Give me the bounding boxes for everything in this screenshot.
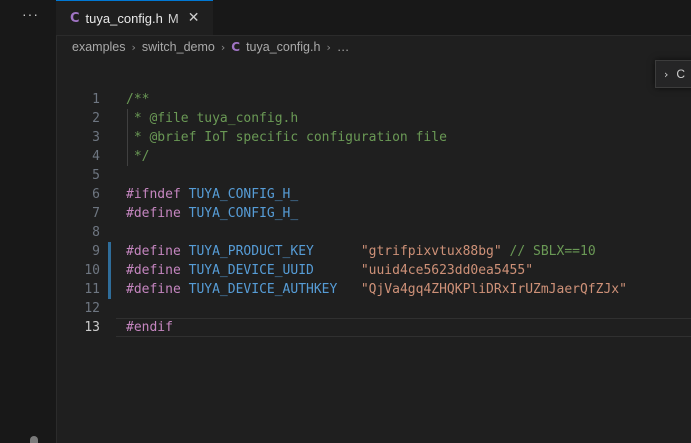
more-actions-icon[interactable]: ··· <box>22 6 39 22</box>
line-number: 12 <box>84 301 100 316</box>
widget-label: C <box>676 67 686 81</box>
chevron-right-icon: › <box>131 40 136 54</box>
modified-gutter-marker[interactable] <box>108 261 111 280</box>
breadcrumb-item-file[interactable]: tuya_config.h <box>246 40 320 54</box>
code-line[interactable]: 2 * @file tuya_config.h <box>56 109 691 128</box>
code-editor[interactable]: 1/** 2 * @file tuya_config.h 3 * @brief Io… <box>56 90 691 443</box>
c-file-icon: C <box>231 40 241 54</box>
code-token-pre: #endif <box>126 320 173 335</box>
code-text: */ <box>126 147 150 166</box>
code-token-macro: TUYA_DEVICE_AUTHKEY <box>188 282 338 297</box>
tab-bar: C tuya_config.h M ✕ <box>56 0 691 36</box>
breadcrumb: examples › switch_demo › C tuya_config.h… <box>72 38 349 56</box>
line-number: 5 <box>92 168 100 183</box>
modified-indicator: M <box>167 10 179 26</box>
sticky-scroll-widget[interactable]: › C <box>655 60 691 88</box>
line-number: 1 <box>92 92 100 107</box>
code-line[interactable]: 6 #ifndef TUYA_CONFIG_H_ <box>56 185 691 204</box>
code-line[interactable]: 5 <box>56 166 691 185</box>
line-number: 10 <box>84 263 100 278</box>
code-token-str: "uuid4ce5623dd0ea5455" <box>360 263 534 278</box>
code-token-str: "QjVa4gq4ZHQKPliDRxIrUZmJaerQfZJx" <box>360 282 627 297</box>
code-token-comment: * @brief IoT specific configuration file <box>126 130 447 145</box>
code-line[interactable]: 4 */ <box>56 147 691 166</box>
modified-gutter-marker[interactable] <box>108 242 111 261</box>
code-line[interactable]: 11 #define TUYA_DEVICE_AUTHKEY "QjVa4gq4Z… <box>56 280 691 299</box>
c-file-icon: C <box>70 10 80 26</box>
editor-window: ··· C tuya_config.h M ✕ examples › switc… <box>0 0 691 443</box>
code-token-comment: */ <box>126 149 150 164</box>
code-token-macro: TUYA_CONFIG_H_ <box>188 206 299 221</box>
line-number: 13 <box>84 320 100 335</box>
breadcrumb-item-switch-demo[interactable]: switch_demo <box>142 40 215 54</box>
code-token-macro: TUYA_CONFIG_H_ <box>188 187 299 202</box>
code-line[interactable]: 3 * @brief IoT specific configuration fi… <box>56 128 691 147</box>
close-icon[interactable]: ✕ <box>188 10 200 26</box>
code-token-macro: TUYA_DEVICE_UUID <box>188 263 314 278</box>
code-token-comment: /** <box>126 92 150 107</box>
code-token-pre: #define <box>126 263 181 278</box>
code-token-macro: TUYA_PRODUCT_KEY <box>188 244 314 259</box>
tab-label: tuya_config.h <box>85 10 163 26</box>
line-number: 2 <box>92 111 100 126</box>
code-line[interactable]: 1 /** <box>56 90 691 109</box>
modified-gutter-marker[interactable] <box>108 280 111 299</box>
line-number: 3 <box>92 130 100 145</box>
code-token-pre: #define <box>126 282 181 297</box>
account-icon[interactable] <box>30 436 38 443</box>
code-text: #define TUYA_PRODUCT_KEY "gtrifpixvtux88… <box>126 242 596 261</box>
code-text: #define TUYA_DEVICE_AUTHKEY "QjVa4gq4ZHQ… <box>126 280 627 299</box>
tab-tuya-config[interactable]: C tuya_config.h M ✕ <box>56 0 213 35</box>
code-line[interactable]: 7 #define TUYA_CONFIG_H_ <box>56 204 691 223</box>
code-token-pre: #define <box>126 206 181 221</box>
code-token-comment: * @file tuya_config.h <box>126 111 299 126</box>
code-line[interactable]: 13 #endif <box>56 318 691 337</box>
chevron-right-icon[interactable]: › <box>664 68 668 81</box>
code-text: * @brief IoT specific configuration file <box>126 128 447 147</box>
code-line[interactable]: 9 #define TUYA_PRODUCT_KEY "gtrifpixvtux8… <box>56 242 691 261</box>
code-token-str: "gtrifpixvtux88bg" <box>360 244 502 259</box>
code-line[interactable]: 10 #define TUYA_DEVICE_UUID "uuid4ce5623d… <box>56 261 691 280</box>
breadcrumb-item-symbols[interactable]: … <box>337 40 350 54</box>
code-token-pre: #ifndef <box>126 187 181 202</box>
code-text: /** <box>126 90 149 109</box>
line-number: 4 <box>92 149 100 164</box>
breadcrumb-item-examples[interactable]: examples <box>72 40 126 54</box>
code-text: #define TUYA_CONFIG_H_ <box>126 204 298 223</box>
chevron-right-icon: › <box>220 40 226 54</box>
activity-sidebar: ··· <box>0 0 57 443</box>
code-text: #define TUYA_DEVICE_UUID "uuid4ce5623dd0… <box>126 261 533 280</box>
code-line[interactable]: 12 <box>56 299 691 318</box>
line-number: 9 <box>92 244 100 259</box>
code-token-comment: // SBLX==10 <box>509 244 596 259</box>
code-text: #endif <box>126 318 173 337</box>
code-text: * @file tuya_config.h <box>126 109 298 128</box>
line-number: 8 <box>92 225 100 240</box>
line-number: 6 <box>92 187 100 202</box>
code-line[interactable]: 8 <box>56 223 691 242</box>
code-token-pre: #define <box>126 244 181 259</box>
code-text: #ifndef TUYA_CONFIG_H_ <box>126 185 298 204</box>
line-number: 7 <box>92 206 100 221</box>
chevron-right-icon: › <box>326 40 331 54</box>
line-number: 11 <box>84 282 100 297</box>
